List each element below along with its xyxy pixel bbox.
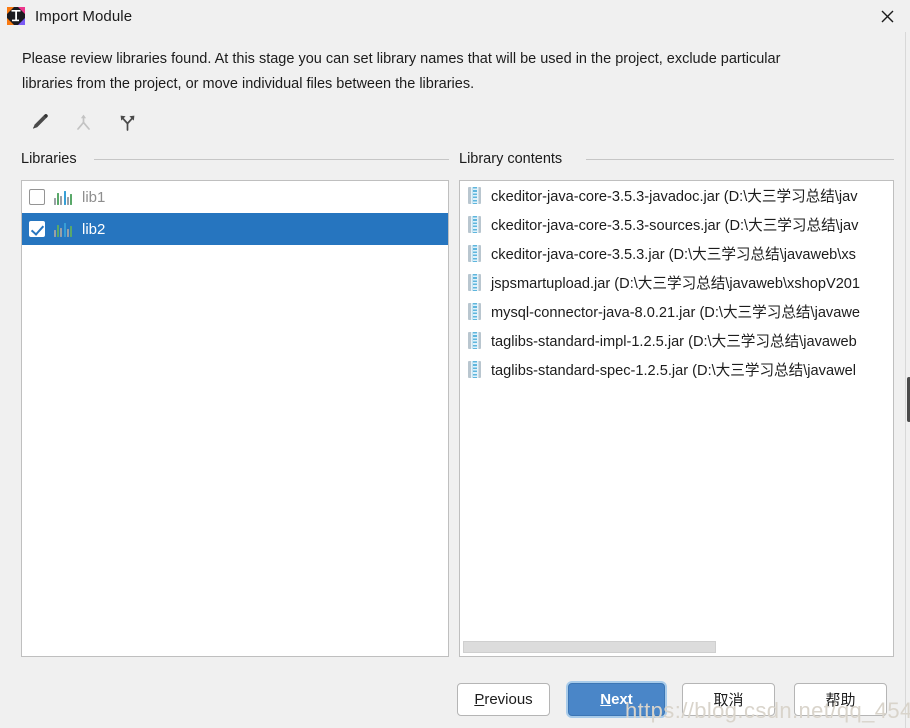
jar-list-item[interactable]: taglibs-standard-impl-1.2.5.jar (D:\大三学习…	[460, 326, 893, 355]
help-button[interactable]: 帮助	[794, 683, 887, 716]
library-contents-list[interactable]: ckeditor-java-core-3.5.3-javadoc.jar (D:…	[459, 180, 894, 657]
next-button-mnemonic: N	[600, 691, 612, 708]
split-arrows-icon[interactable]	[114, 109, 140, 135]
dialog-button-bar: Previous Next 取消 帮助	[0, 683, 910, 719]
window-title: Import Module	[35, 7, 133, 25]
jar-path: jspsmartupload.jar (D:\大三学习总结\javaweb\xs…	[491, 276, 861, 292]
libraries-list[interactable]: lib1 lib2	[21, 180, 449, 657]
dialog-description: Please review libraries found. At this s…	[22, 51, 781, 92]
previous-button-mnemonic: P	[474, 691, 485, 708]
library-name: lib1	[82, 188, 106, 206]
scrollbar-track[interactable]	[463, 641, 892, 653]
jar-archive-icon	[468, 332, 481, 349]
jar-archive-icon	[468, 361, 481, 378]
cancel-button[interactable]: 取消	[682, 683, 775, 716]
window-scrollbar[interactable]	[905, 32, 910, 728]
library-list-item[interactable]: lib1	[22, 181, 448, 213]
jar-list-item[interactable]: mysql-connector-java-8.0.21.jar (D:\大三学习…	[460, 297, 893, 326]
jar-path: ckeditor-java-core-3.5.3-javadoc.jar (D:…	[491, 189, 858, 205]
jar-archive-icon	[468, 245, 481, 262]
previous-button[interactable]: Previous	[457, 683, 550, 716]
jar-archive-icon	[468, 274, 481, 291]
library-bars-icon	[54, 189, 73, 205]
jar-list-item[interactable]: ckeditor-java-core-3.5.3-sources.jar (D:…	[460, 210, 893, 239]
library-checkbox[interactable]	[29, 221, 45, 237]
jar-list-item[interactable]: ckeditor-java-core-3.5.3-javadoc.jar (D:…	[460, 181, 893, 210]
library-contents-group-separator	[586, 159, 894, 160]
libraries-toolbar	[26, 107, 140, 137]
title-bar: Import Module	[0, 0, 910, 32]
contents-horizontal-scrollbar[interactable]	[461, 639, 893, 655]
jar-archive-icon	[468, 216, 481, 233]
libraries-group-label: Libraries	[21, 151, 85, 167]
library-bars-icon	[54, 221, 73, 237]
libraries-group-separator	[94, 159, 449, 160]
intellij-idea-logo-icon	[7, 7, 25, 25]
import-module-dialog: Import Module Please review libraries fo…	[0, 0, 910, 728]
previous-button-label: revious	[484, 691, 533, 708]
jar-list-item[interactable]: jspsmartupload.jar (D:\大三学习总结\javaweb\xs…	[460, 268, 893, 297]
next-button[interactable]: Next	[568, 683, 665, 716]
library-list-item[interactable]: lib2	[22, 213, 448, 245]
library-name: lib2	[82, 220, 106, 238]
scrollbar-thumb[interactable]	[463, 641, 716, 653]
jar-archive-icon	[468, 187, 481, 204]
jar-path: mysql-connector-java-8.0.21.jar (D:\大三学习…	[491, 305, 861, 321]
merge-arrows-icon	[70, 109, 96, 135]
library-contents-group-label: Library contents	[459, 151, 571, 167]
jar-list-item[interactable]: ckeditor-java-core-3.5.3.jar (D:\大三学习总结\…	[460, 239, 893, 268]
jar-path: taglibs-standard-impl-1.2.5.jar (D:\大三学习…	[491, 334, 857, 350]
jar-path: taglibs-standard-spec-1.2.5.jar (D:\大三学习…	[491, 363, 856, 379]
jar-list-item[interactable]: taglibs-standard-spec-1.2.5.jar (D:\大三学习…	[460, 355, 893, 384]
library-checkbox[interactable]	[29, 189, 45, 205]
jar-archive-icon	[468, 303, 481, 320]
jar-path: ckeditor-java-core-3.5.3-sources.jar (D:…	[491, 218, 859, 234]
next-button-label: ext	[611, 691, 633, 708]
close-icon[interactable]	[864, 0, 910, 32]
pencil-edit-icon[interactable]	[26, 109, 52, 135]
jar-path: ckeditor-java-core-3.5.3.jar (D:\大三学习总结\…	[491, 247, 856, 263]
